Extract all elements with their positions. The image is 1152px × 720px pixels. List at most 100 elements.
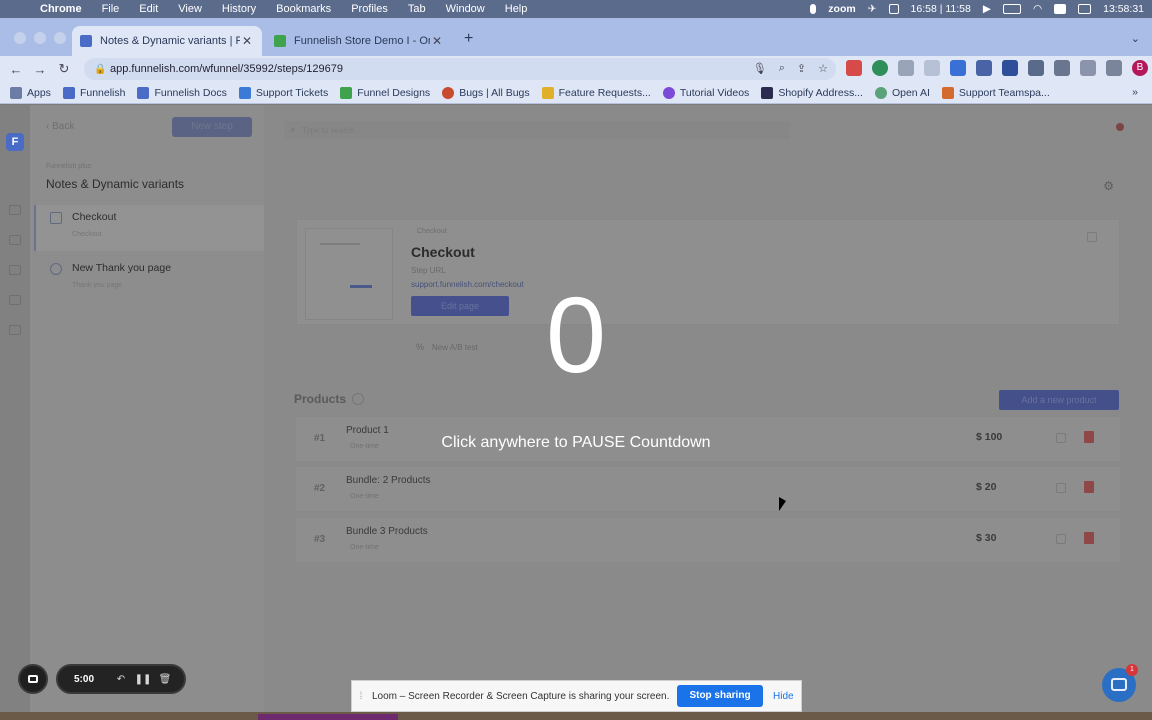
bookmark-funnelish[interactable]: Funnelish [62, 86, 125, 99]
info-icon[interactable] [352, 393, 365, 405]
bookmark-star-icon[interactable]: ☆ [818, 62, 828, 75]
nav-stores-icon[interactable] [9, 235, 21, 245]
camera-toggle-button[interactable] [18, 664, 48, 694]
menu-window[interactable]: Window [446, 3, 485, 15]
bookmark-support-tickets[interactable]: Support Tickets [238, 86, 328, 99]
battery-icon[interactable] [1002, 4, 1021, 14]
reload-icon[interactable]: ↻ [52, 61, 76, 77]
bookmark-tutorial-videos[interactable]: Tutorial Videos [662, 86, 749, 99]
bookmark-bugs[interactable]: Bugs | All Bugs [442, 86, 530, 99]
trash-icon[interactable] [1084, 532, 1094, 544]
menu-tab[interactable]: Tab [408, 3, 426, 15]
new-ab-test-link[interactable]: % New A/B test [416, 342, 478, 352]
keyboard-input-icon[interactable] [1054, 4, 1067, 14]
extension-2-icon[interactable] [872, 60, 888, 76]
extension-5-icon[interactable] [950, 60, 966, 76]
share-icon[interactable]: ⇪ [797, 62, 806, 75]
menu-edit[interactable]: Edit [139, 3, 158, 15]
duplicate-icon[interactable] [1056, 534, 1066, 544]
notification-dot-icon[interactable] [1116, 123, 1124, 131]
side-panel-icon[interactable] [1106, 60, 1122, 76]
product-row[interactable]: #2 Bundle: 2 Products One-time $ 20 [296, 467, 1120, 511]
mic-icon[interactable]: 🎙 [753, 62, 767, 75]
sidebar-step-checkout[interactable]: Checkout Checkout [50, 211, 116, 238]
close-window-button[interactable] [14, 32, 26, 44]
back-arrow-icon[interactable]: ← [4, 62, 28, 77]
bookmark-open-ai[interactable]: Open AI [874, 86, 930, 99]
openai-icon [874, 86, 887, 99]
back-link[interactable]: ‹ Back [46, 121, 74, 132]
hide-banner-button[interactable]: Hide [773, 691, 794, 702]
chat-widget-button[interactable]: 1 [1102, 664, 1138, 702]
bookmark-apps[interactable]: Apps [10, 86, 51, 99]
nav-filter-icon[interactable] [9, 265, 21, 275]
zoom-lens-icon[interactable]: ⌕ [779, 62, 785, 75]
menu-view[interactable]: View [178, 3, 202, 15]
extension-1-icon[interactable] [846, 60, 862, 76]
menu-history[interactable]: History [222, 3, 256, 15]
tab-funnelish-notes[interactable]: Notes & Dynamic variants | Fu ✕ [72, 26, 262, 56]
restart-icon[interactable]: ↶ [110, 674, 132, 685]
download-icon[interactable] [1080, 60, 1096, 76]
menu-app-chrome[interactable]: Chrome [40, 3, 82, 15]
address-bar[interactable]: 🔒 app.funnelish.com/wfunnel/35992/steps/… [84, 58, 836, 80]
trash-icon[interactable] [1084, 481, 1094, 493]
pause-icon[interactable]: ❚❚ [132, 674, 154, 685]
product-row[interactable]: #3 Bundle 3 Products One-time $ 30 [296, 518, 1120, 562]
menu-help[interactable]: Help [505, 3, 528, 15]
nav-settings-icon[interactable] [9, 325, 21, 335]
wifi-icon[interactable]: ◠ [1033, 3, 1042, 15]
maximize-window-button[interactable] [54, 32, 66, 44]
pin-icon[interactable]: ✈ [868, 3, 877, 15]
zoom-status[interactable]: zoom [828, 3, 855, 15]
new-tab-icon[interactable]: + [464, 30, 473, 48]
bookmark-funnelish-docs[interactable]: Funnelish Docs [137, 86, 227, 99]
menu-file[interactable]: File [102, 3, 120, 15]
tab-search-icon[interactable]: ⌄ [1131, 32, 1140, 45]
duplicate-icon[interactable] [1056, 483, 1066, 493]
new-step-button[interactable]: New step [172, 117, 252, 137]
search-input[interactable]: ⌕ Type to search... [284, 121, 790, 139]
funnelish-logo-icon[interactable]: F [6, 133, 24, 151]
extension-6-icon[interactable] [976, 60, 992, 76]
extension-8-icon[interactable] [1028, 60, 1044, 76]
address-url[interactable]: app.funnelish.com/wfunnel/35992/steps/12… [110, 63, 343, 75]
sidebar-step-thank-you[interactable]: New Thank you page Thank you page [50, 262, 171, 289]
play-icon[interactable]: ▶ [983, 3, 991, 15]
control-center-icon[interactable] [1078, 4, 1092, 14]
profile-avatar[interactable]: B [1132, 60, 1148, 76]
bookmark-feature-requests[interactable]: Feature Requests... [541, 86, 651, 99]
close-tab-icon[interactable]: ✕ [430, 34, 444, 48]
trash-icon[interactable]: 🗑 [154, 674, 176, 685]
extension-7-icon[interactable] [1002, 60, 1018, 76]
edit-page-button[interactable]: Edit page [411, 296, 509, 316]
menu-profiles[interactable]: Profiles [351, 3, 388, 15]
close-tab-icon[interactable]: ✕ [240, 34, 254, 48]
stop-sharing-button[interactable]: Stop sharing [677, 685, 763, 707]
drag-handle-icon[interactable]: ⁞ [352, 691, 370, 702]
extensions-puzzle-icon[interactable] [1054, 60, 1070, 76]
menu-clock[interactable]: 13:58:31 [1103, 3, 1144, 15]
add-product-button[interactable]: Add a new product [999, 390, 1119, 410]
bookmark-funnel-designs[interactable]: Funnel Designs [340, 86, 430, 99]
forward-arrow-icon[interactable]: → [28, 62, 52, 77]
bookmarks-overflow-icon[interactable]: » [1132, 86, 1138, 98]
world-clock[interactable]: 16:58 | 11:58 [911, 3, 971, 15]
bookmark-support-teamspace[interactable]: Support Teamspa... [941, 86, 1050, 99]
gear-icon[interactable]: ⚙ [1103, 179, 1114, 193]
link-extension-icon[interactable] [924, 60, 940, 76]
minimize-window-button[interactable] [34, 32, 46, 44]
lock-icon[interactable]: 🔒 [94, 64, 110, 75]
nav-orders-icon[interactable] [9, 295, 21, 305]
page-thumbnail[interactable] [305, 228, 393, 320]
menu-bookmarks[interactable]: Bookmarks [276, 3, 331, 15]
mic-status-icon[interactable] [810, 4, 817, 14]
bookmark-shopify-address[interactable]: Shopify Address... [761, 86, 863, 99]
copy-icon[interactable] [1087, 232, 1097, 242]
countdown-hint[interactable]: Click anywhere to PAUSE Countdown [0, 434, 1152, 452]
tab-funnelish-store[interactable]: Funnelish Store Demo I - Orde ✕ [266, 26, 452, 56]
step-url-link[interactable]: support.funnelish.com/checkout [411, 280, 524, 289]
shield-icon[interactable] [888, 4, 899, 14]
camera-extension-icon[interactable] [898, 60, 914, 76]
nav-funnels-icon[interactable] [9, 205, 21, 215]
